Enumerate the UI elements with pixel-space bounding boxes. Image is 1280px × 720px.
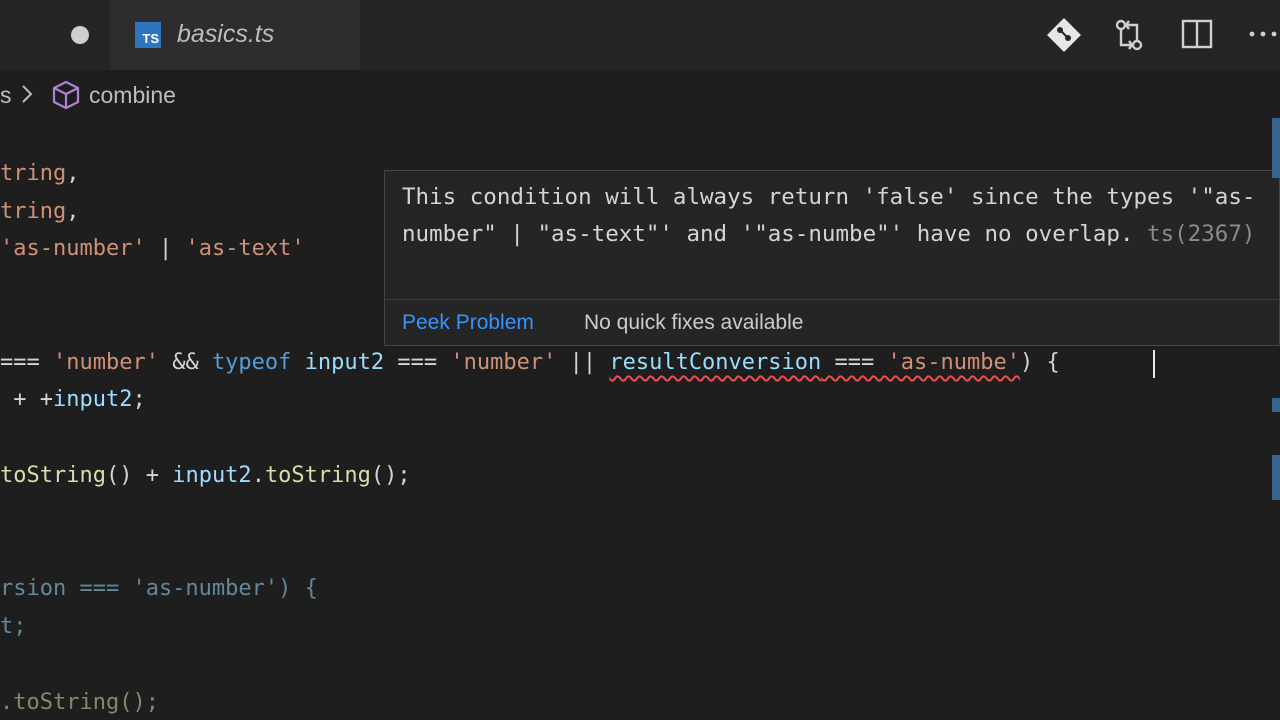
hover-message: This condition will always return 'false… (402, 179, 1272, 253)
unsaved-dot-icon[interactable] (71, 26, 89, 44)
breadcrumb: s combine (0, 70, 1280, 122)
scrollbar-marker (1272, 398, 1280, 412)
code-token: 'number' (450, 350, 557, 375)
code-line-dimmed[interactable]: .toString(); (0, 688, 159, 718)
code-line-error[interactable]: === 'number' && typeof input2 === 'numbe… (0, 348, 1060, 378)
split-editor-icon[interactable] (1181, 17, 1213, 51)
code-token: . (251, 463, 265, 488)
code-token: , (66, 161, 80, 186)
code-token: tring (0, 199, 67, 224)
code-token: === (384, 350, 451, 375)
hover-message-text: This condition will always return 'false… (402, 184, 1256, 247)
more-actions-icon[interactable] (1247, 28, 1280, 40)
code-token: input2 (52, 387, 133, 412)
compare-changes-icon[interactable] (1113, 17, 1145, 53)
chevron-right-icon (22, 85, 33, 103)
code-token: 'as-number' (0, 236, 146, 261)
hover-error-code: ts(2367) (1147, 221, 1256, 247)
code-line[interactable]: + +input2; (0, 385, 146, 415)
peek-problem-link[interactable]: Peek Problem (402, 311, 534, 335)
code-token: && (158, 350, 212, 375)
error-token[interactable]: 'as-numbe' (888, 350, 1020, 375)
code-token: input2 (172, 463, 252, 488)
code-line[interactable]: tring, (0, 159, 79, 189)
code-token: t; (0, 614, 27, 639)
code-token: toString (264, 463, 371, 488)
code-token: || (556, 350, 610, 375)
code-token: | (145, 236, 186, 261)
code-token: .toString(); (0, 690, 159, 715)
code-token: typeof (211, 350, 292, 375)
breadcrumb-previous[interactable]: s (0, 82, 12, 109)
code-token: 'as-text' (185, 236, 305, 261)
code-line-dimmed[interactable]: t; (0, 612, 27, 642)
error-hover-popup: This condition will always return 'false… (384, 170, 1280, 346)
code-token: , (66, 199, 80, 224)
code-token: ; (132, 387, 146, 412)
code-line[interactable]: tring, (0, 197, 79, 227)
code-token: rsion === 'as-number') { (0, 576, 318, 601)
error-token[interactable]: === (821, 350, 887, 375)
editor-tab-bar: TS basics.ts (0, 0, 1280, 70)
breadcrumb-current[interactable]: combine (89, 82, 176, 109)
source-control-icon[interactable] (1047, 17, 1081, 53)
code-token: input2 (304, 350, 385, 375)
code-token: ) { (1019, 350, 1060, 375)
ts-file-icon: TS (135, 22, 161, 48)
code-token: tring (0, 161, 67, 186)
code-token: === (0, 350, 53, 375)
code-token: toString (0, 463, 106, 488)
code-line[interactable]: 'as-number' | 'as-text' (0, 234, 305, 264)
scrollbar-thumb[interactable] (1272, 118, 1280, 178)
text-cursor (1153, 350, 1155, 378)
code-token: () + (105, 463, 173, 488)
error-token[interactable]: resultConversion (609, 350, 821, 375)
tab-title[interactable]: basics.ts (177, 20, 274, 49)
code-token: 'number' (52, 350, 159, 375)
scrollbar-marker (1272, 455, 1280, 500)
method-cube-icon (52, 80, 80, 110)
hover-actions: Peek Problem No quick fixes available (385, 299, 1279, 346)
code-token: + + (0, 387, 53, 412)
code-line[interactable]: toString() + input2.toString(); (0, 461, 411, 491)
no-quick-fixes-text: No quick fixes available (584, 311, 804, 334)
code-token: (); (370, 463, 411, 488)
code-line-dimmed[interactable]: rsion === 'as-number') { (0, 574, 318, 604)
